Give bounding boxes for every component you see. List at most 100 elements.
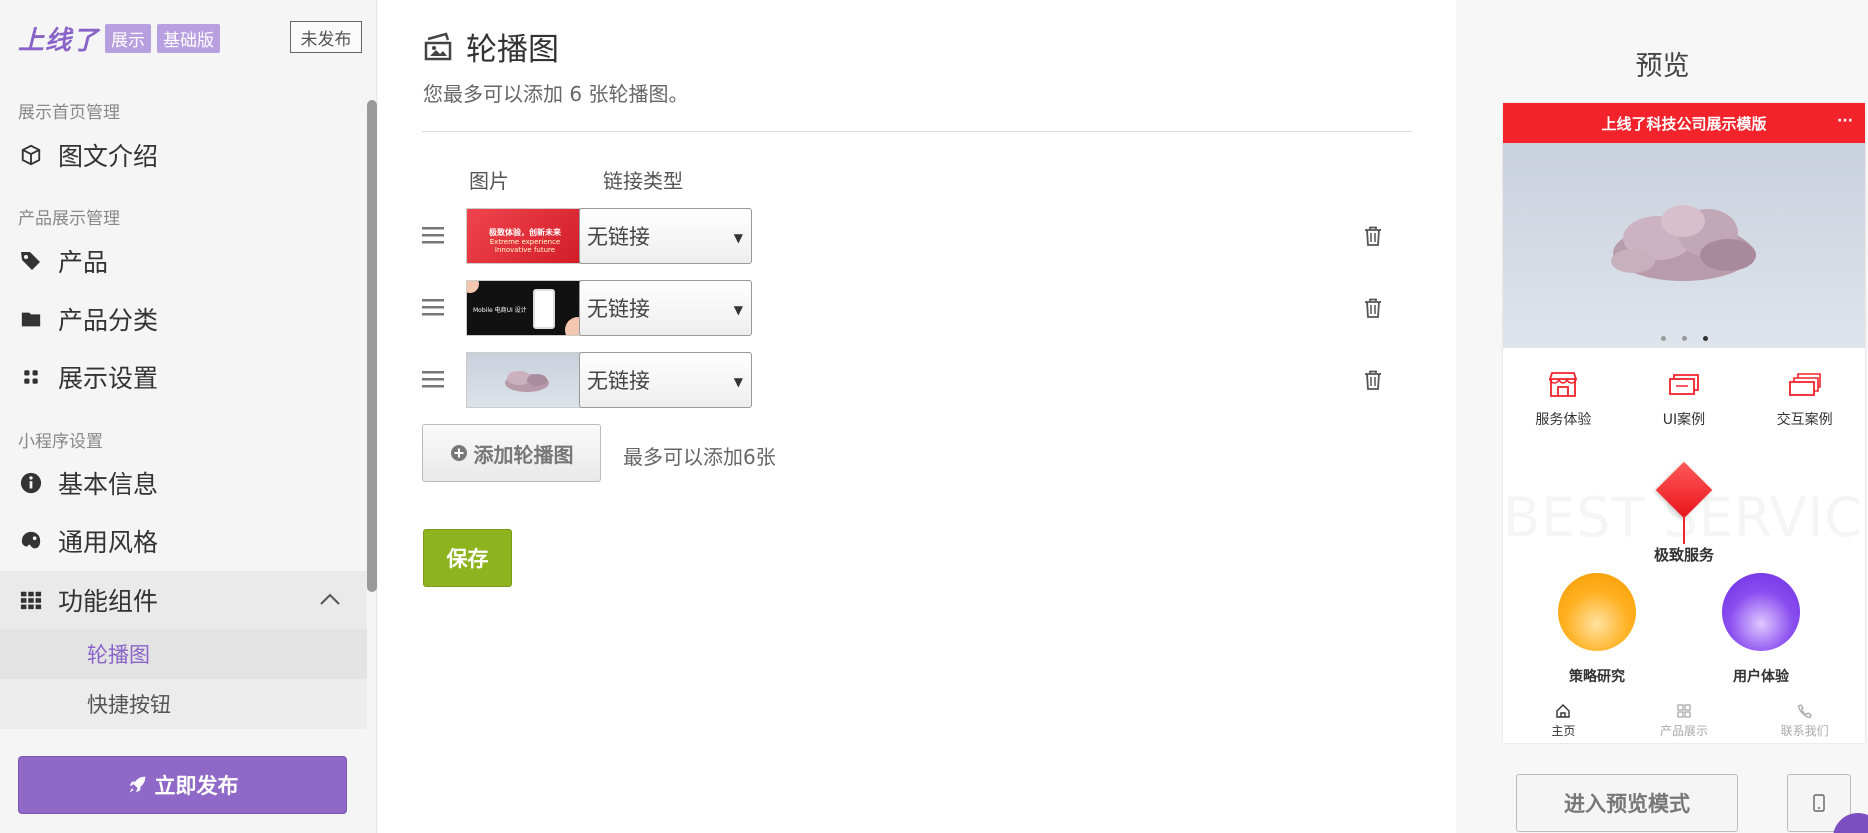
carousel-dot[interactable] [1702,336,1708,341]
chevron-up-icon[interactable] [318,591,342,607]
thumb-caption: Mobile 电商UI 设计 [473,307,527,314]
nav-label: 产品分类 [58,306,159,335]
carousel-row: 极致体验，创新未来 Extreme experience Innovative … [422,208,1412,264]
marker-stem [1683,516,1685,544]
publish-button[interactable]: 立即发布 [18,756,347,814]
logo: 上线了 [18,26,100,56]
strategy-card-label: 策略研究 [1569,669,1625,685]
submenu-item-quick-buttons[interactable]: 快捷按钮 [0,679,367,729]
phone-icon [1797,704,1812,719]
page-subtitle: 您最多可以添加 6 张轮播图。 [423,82,689,106]
publish-status-badge: 未发布 [290,21,362,53]
dropdown-arrow-icon: ▼ [733,303,743,317]
tab-label: 主页 [1551,724,1576,738]
tag-display: 展示 [105,24,152,53]
app-title: 上线了科技公司展示模版 [1601,114,1767,133]
nav-product-categories[interactable]: 产品分类 [18,301,158,337]
dropdown-arrow-icon: ▼ [733,231,743,245]
quick-icon-label: 交互案例 [1776,412,1833,428]
tab-home[interactable]: 主页 [1518,703,1608,743]
folder-icon [18,306,44,332]
nav-label: 展示设置 [58,364,159,393]
link-type-value: 无链接 [587,297,650,321]
quick-icon-ui[interactable]: UI案例 [1634,369,1734,429]
strategy-card-image[interactable] [1558,573,1636,651]
plus-circle-icon [450,445,467,461]
carousel-dots [1503,336,1865,341]
tab-products[interactable]: 产品展示 [1639,703,1729,743]
tab-contact[interactable]: 联系我们 [1760,703,1850,743]
column-header-image: 图片 [469,169,509,193]
nav-label: 通用风格 [58,528,159,557]
carousel-thumbnail[interactable]: Mobile 电商UI 设计 [466,280,584,336]
divider [422,131,1412,132]
brand: 上线了 展示 基础版 [18,20,221,57]
quick-icon-label: 服务体验 [1535,412,1592,428]
save-button[interactable]: 保存 [423,529,512,587]
enter-preview-button[interactable]: 进入预览模式 [1516,774,1738,832]
preview-banner[interactable] [1503,143,1865,348]
cards-icon [1669,374,1699,395]
carousel-icon [424,31,452,60]
link-type-select[interactable]: 无链接 ▼ [579,280,752,336]
section-title-products: 产品展示管理 [18,209,120,229]
store-icon [1549,372,1578,397]
add-carousel-button[interactable]: 添加轮播图 [422,424,601,482]
mobile-icon [1813,794,1825,812]
ux-card-image[interactable] [1722,573,1800,651]
app-title-bar: 上线了科技公司展示模版 ··· [1503,103,1865,143]
nav-components[interactable]: 功能组件 [18,582,158,618]
carousel-row: 无链接 ▼ [422,352,1412,408]
trash-icon[interactable] [1364,298,1382,318]
nav-label: 基本信息 [58,470,159,499]
nav-basic-info[interactable]: 基本信息 [18,465,158,501]
drag-handle-icon[interactable] [422,368,444,390]
home-icon [1556,704,1571,718]
grid-dots-icon [18,364,44,390]
quick-icon-service[interactable]: 服务体验 [1513,369,1613,429]
apps-grid-icon [18,587,44,613]
link-type-select[interactable]: 无链接 ▼ [579,208,752,264]
section-title-home: 展示首页管理 [18,103,120,123]
sidebar: 上线了 展示 基础版 未发布 展示首页管理 图文介绍 产品展示管理 产品 产品分… [0,0,377,833]
layers-icon [1788,373,1821,396]
carousel-row: Mobile 电商UI 设计 无链接 ▼ [422,280,1412,336]
carousel-thumbnail[interactable]: 极致体验，创新未来 Extreme experience Innovative … [466,208,584,264]
link-type-value: 无链接 [587,369,650,393]
thumb-caption: Extreme experience [489,238,561,246]
quick-icon-interaction[interactable]: 交互案例 [1755,369,1855,429]
preview-panel: 预览 上线了科技公司展示模版 ··· 服务体验 UI案例 交互案例 BEST S… [1457,0,1868,833]
carousel-dot[interactable] [1681,336,1687,341]
trash-icon[interactable] [1364,370,1382,390]
column-header-link-type: 链接类型 [603,169,683,193]
submenu-item-carousel[interactable]: 轮播图 [0,629,367,679]
carousel-thumbnail[interactable] [466,352,584,408]
highlight-title: 极致服务 [1653,546,1714,564]
nav-label: 图文介绍 [58,142,159,171]
palette-icon [18,528,44,554]
link-type-value: 无链接 [587,225,650,249]
tag-basic: 基础版 [157,24,221,53]
nav-display-settings[interactable]: 展示设置 [18,359,158,395]
more-icon[interactable]: ··· [1837,113,1853,129]
add-carousel-label: 添加轮播图 [473,442,574,467]
drag-handle-icon[interactable] [422,224,444,246]
ux-card-label: 用户体验 [1733,669,1789,685]
nav-image-text-intro[interactable]: 图文介绍 [18,137,158,173]
sidebar-scrollbar[interactable] [367,100,377,592]
link-type-select[interactable]: 无链接 ▼ [579,352,752,408]
preview-title: 预览 [1635,51,1690,82]
quick-icons: 服务体验 UI案例 交互案例 [1503,369,1865,429]
nav-label: 产品 [58,248,109,277]
trash-icon[interactable] [1364,226,1382,246]
nav-products[interactable]: 产品 [18,243,108,279]
carousel-dot[interactable] [1660,336,1666,341]
rocket-icon [129,776,145,793]
grid-icon [1677,704,1691,718]
nav-general-style[interactable]: 通用风格 [18,523,158,559]
add-limit-note: 最多可以添加6张 [623,445,776,469]
page-title-text: 轮播图 [466,32,559,68]
page-title: 轮播图 [422,24,559,69]
drag-handle-icon[interactable] [422,296,444,318]
cloud-image [1611,205,1756,281]
